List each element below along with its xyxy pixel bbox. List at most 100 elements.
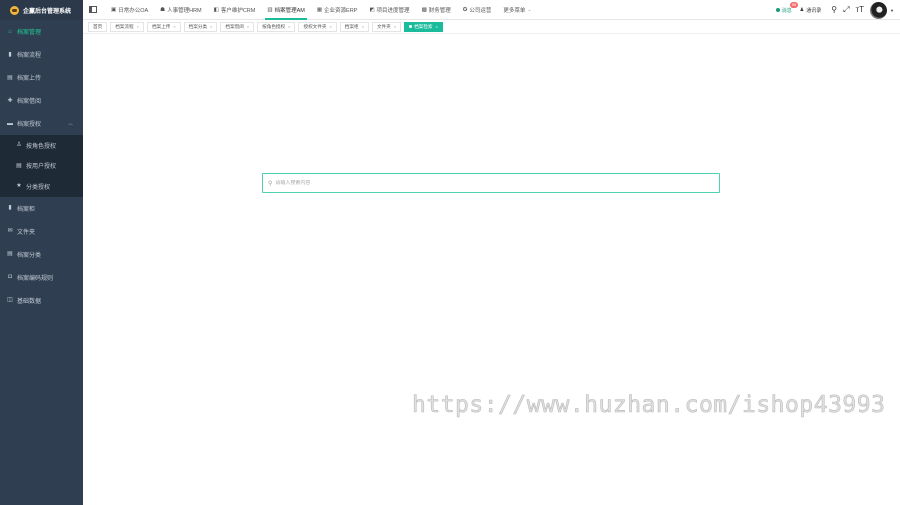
- tab-archive-upload[interactable]: 档案上传 ×: [146, 21, 181, 32]
- close-icon[interactable]: ×: [394, 24, 396, 29]
- nav-item-label: 档案管理AM: [274, 7, 305, 14]
- nav-item-am[interactable]: ▥ 档案管理AM: [261, 0, 310, 20]
- fullscreen-icon[interactable]: ⤢: [843, 6, 849, 14]
- close-icon[interactable]: ×: [435, 24, 437, 29]
- tab-archive-search[interactable]: 档案检索 ×: [404, 21, 443, 32]
- search-input[interactable]: [275, 180, 719, 186]
- sidebar-item-label: 档案编码规则: [17, 275, 54, 282]
- star-icon: ★: [16, 183, 22, 190]
- tab-folder[interactable]: 文件夹 ×: [371, 21, 402, 32]
- brand[interactable]: 企赢后台管理系统: [0, 0, 83, 20]
- nav-item-oa[interactable]: ▣ 日常办公OA: [105, 0, 154, 20]
- sidebar-item-label: 档案授权: [17, 122, 42, 128]
- sidebar-item-archive-upload[interactable]: ▤ 档案上传: [0, 66, 83, 89]
- search-box[interactable]: ⚲: [262, 173, 720, 193]
- tab-archive-category[interactable]: 档案分类 ×: [183, 21, 218, 32]
- contacts-button[interactable]: ♟ 通讯录: [800, 7, 822, 14]
- code-icon: ◘: [8, 274, 12, 280]
- project-icon: ◩: [369, 6, 375, 13]
- sidebar-subitem-label: 按角色授权: [26, 143, 57, 150]
- nav-item-operations[interactable]: ✪ 公司运营: [457, 0, 498, 20]
- finance-icon: ▩: [421, 6, 427, 13]
- sidebar-item-archive-flow[interactable]: ▮ 档案流程: [0, 43, 83, 66]
- tab-label: 档案流程: [115, 23, 134, 29]
- sidebar-subitem-category-auth[interactable]: ★ 分类授权: [0, 176, 83, 197]
- sidebar-item-folder[interactable]: ✉ 文件夹: [0, 220, 83, 243]
- nav-item-more[interactable]: 更多菜单 ⌄: [497, 0, 537, 20]
- tab-label: 档案上传: [151, 23, 171, 29]
- list-icon: ▤: [7, 251, 13, 257]
- active-dot-icon: [409, 25, 413, 28]
- sidebar-menu-lower: ▮ 档案柜 ✉ 文件夹 ▤ 档案分类 ◘ 档案编码规则 ◫ 基础数据: [0, 197, 83, 312]
- tab-folder-auth[interactable]: 授权文件夹 ×: [298, 21, 337, 32]
- tab-label: 授权文件夹: [303, 23, 327, 29]
- sidebar-subitem-user-auth[interactable]: ▤ 按用户授权: [0, 156, 83, 177]
- nav-item-label: 客户维护CRM: [220, 7, 256, 14]
- archive-icon: ▥: [267, 6, 273, 13]
- tab-role-auth[interactable]: 按角色授权 ×: [257, 21, 296, 32]
- font-size-icon[interactable]: ᴛT: [855, 6, 864, 14]
- sidebar-menu: ⌂ 档案管理 ▮ 档案流程 ▤ 档案上传 ✚ 档案借阅 ▬ 档案授权 ︿: [0, 20, 83, 135]
- sidebar-item-label: 档案上传: [17, 76, 42, 82]
- database-icon: ◫: [7, 297, 13, 303]
- bell-icon: [775, 8, 780, 12]
- sidebar: 企赢后台管理系统 ⌂ 档案管理 ▮ 档案流程 ▤ 档案上传 ✚ 档案借阅 ▬ 档…: [0, 0, 83, 505]
- close-icon[interactable]: ×: [210, 24, 212, 29]
- sidebar-item-label: 档案柜: [17, 206, 36, 213]
- file-icon: ▤: [7, 74, 13, 81]
- close-icon[interactable]: ×: [288, 24, 290, 29]
- nav-item-project[interactable]: ◩ 项目进度管理: [363, 0, 415, 20]
- tab-archive-cabinet[interactable]: 档案柜 ×: [339, 21, 369, 32]
- sidebar-item-label: 档案分类: [17, 252, 42, 259]
- sidebar-subitem-role-auth[interactable]: ♙ 按角色授权: [0, 135, 83, 156]
- search-icon[interactable]: ⚲: [831, 6, 837, 14]
- nav-item-label: 日常办公OA: [118, 7, 149, 14]
- close-icon[interactable]: ×: [173, 24, 175, 29]
- sidebar-item-label: 档案流程: [17, 53, 42, 59]
- sidebar-item-archive-cabinet[interactable]: ▮ 档案柜: [0, 197, 83, 220]
- nav-item-hrm[interactable]: ☗ 人事管理HRM: [154, 0, 207, 20]
- brand-title: 企赢后台管理系统: [23, 8, 72, 15]
- sidebar-item-archive-authorization[interactable]: ▬ 档案授权 ︿: [0, 112, 83, 135]
- grid-icon: ▦: [316, 6, 323, 13]
- sidebar-subitem-label: 分类授权: [26, 184, 51, 191]
- close-icon[interactable]: ×: [329, 24, 331, 29]
- close-icon[interactable]: ×: [247, 24, 249, 29]
- tab-home[interactable]: 首页: [88, 21, 108, 32]
- top-nav-right: 消息 99 ♟ 通讯录 ⚲ ⤢ ᴛT ▼: [775, 0, 900, 20]
- sidebar-item-archive-management[interactable]: ⌂ 档案管理: [0, 20, 83, 43]
- nav-item-finance[interactable]: ▩ 财务管理: [416, 0, 457, 20]
- sidebar-toggle-icon[interactable]: [89, 6, 97, 13]
- nav-item-label: 项目进度管理: [376, 7, 410, 14]
- sidebar-item-basic-data[interactable]: ◫ 基础数据: [0, 289, 83, 312]
- avatar[interactable]: [870, 1, 888, 19]
- sidebar-item-archive-category[interactable]: ▤ 档案分类: [0, 243, 83, 266]
- module-nav: ▣ 日常办公OA ☗ 人事管理HRM ◧ 客户维护CRM ▥ 档案管理AM ▦ …: [105, 0, 538, 20]
- tab-archive-flow[interactable]: 档案流程 ×: [110, 21, 144, 32]
- tab-label: 档案柜: [344, 23, 359, 29]
- sidebar-submenu: ♙ 按角色授权 ▤ 按用户授权 ★ 分类授权: [0, 135, 83, 197]
- sidebar-item-label: 文件夹: [17, 229, 36, 236]
- sidebar-item-archive-borrow[interactable]: ✚ 档案借阅: [0, 89, 83, 112]
- close-icon[interactable]: ×: [137, 24, 139, 29]
- watermark: https://www.huzhan.com/ishop43993: [412, 392, 886, 419]
- tab-archive-borrow[interactable]: 档案借阅 ×: [220, 21, 255, 32]
- caret-down-icon[interactable]: ▼: [890, 8, 894, 13]
- user-icon: ♙: [16, 142, 22, 149]
- sidebar-item-archive-code-rules[interactable]: ◘ 档案编码规则: [0, 266, 83, 289]
- nav-item-label: 财务管理: [428, 7, 451, 14]
- sidebar-item-label: 档案管理: [17, 30, 42, 36]
- page-tabs: 首页 档案流程 × 档案上传 × 档案分类 × 档案借阅 × 按角色授权 × 授…: [83, 20, 900, 34]
- tab-label: 文件夹: [376, 23, 391, 29]
- nav-item-crm[interactable]: ◧ 客户维护CRM: [208, 0, 262, 20]
- close-icon[interactable]: ×: [362, 24, 364, 29]
- gear-icon: ✪: [462, 6, 468, 13]
- nav-item-erp[interactable]: ▦ 企业资源ERP: [311, 0, 364, 20]
- nav-item-label: 更多菜单: [503, 7, 526, 14]
- tab-label: 档案分类: [188, 23, 208, 29]
- top-nav: ▣ 日常办公OA ☗ 人事管理HRM ◧ 客户维护CRM ▥ 档案管理AM ▦ …: [83, 0, 900, 20]
- nav-item-label: 公司运营: [469, 7, 492, 14]
- folder-icon: ▬: [7, 120, 13, 127]
- messages-button[interactable]: 消息 99: [775, 1, 799, 14]
- tab-label: 首页: [93, 23, 103, 29]
